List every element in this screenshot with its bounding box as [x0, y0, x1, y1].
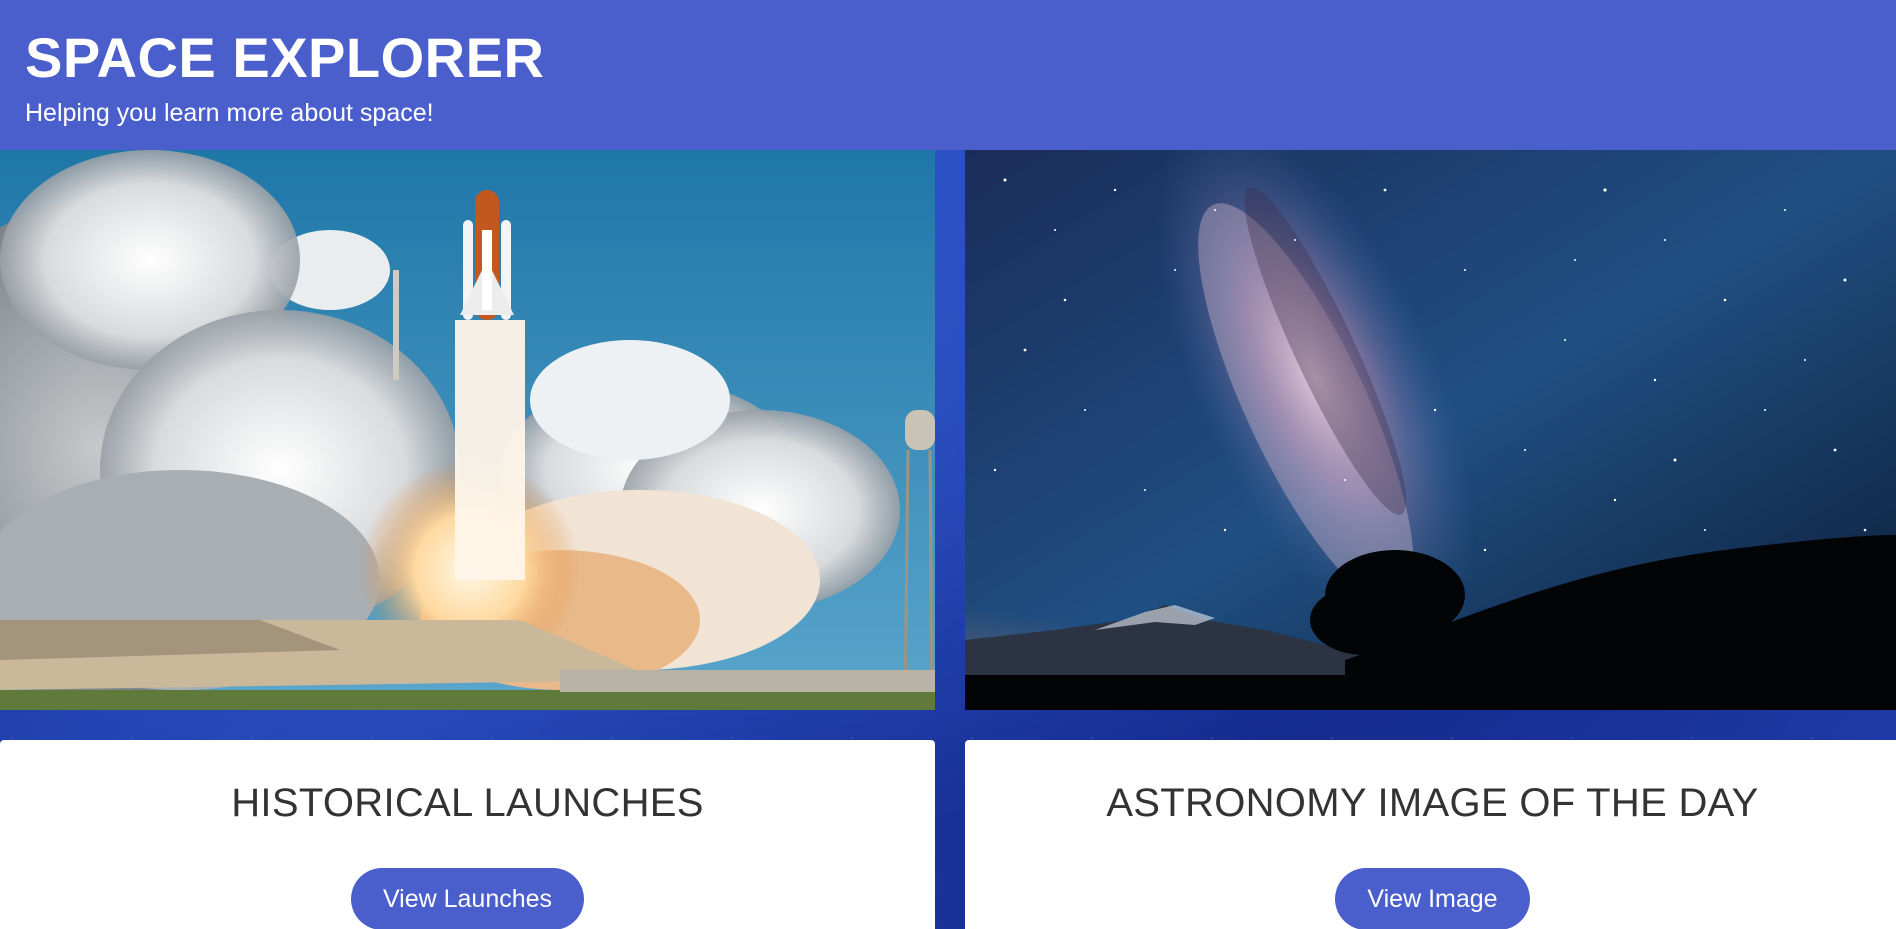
shuttle-launch-image [0, 150, 935, 710]
site-subtitle: Helping you learn more about space! [25, 99, 434, 127]
site-header: SPACE EXPLORER Helping you learn more ab… [0, 0, 1896, 150]
card-body: ASTRONOMY IMAGE OF THE DAY View Image [965, 740, 1896, 929]
card-historical-launches: HISTORICAL LAUNCHES View Launches [0, 150, 935, 929]
card-astronomy-image: ASTRONOMY IMAGE OF THE DAY View Image [965, 150, 1896, 929]
card-title-astronomy-image: ASTRONOMY IMAGE OF THE DAY [1106, 781, 1759, 825]
milky-way-image [965, 150, 1896, 710]
view-launches-button[interactable]: View Launches [350, 868, 585, 929]
view-image-button[interactable]: View Image [1335, 868, 1530, 929]
card-title-historical-launches: HISTORICAL LAUNCHES [231, 781, 704, 825]
site-title: SPACE EXPLORER [25, 26, 545, 89]
card-body: HISTORICAL LAUNCHES View Launches [0, 740, 935, 929]
